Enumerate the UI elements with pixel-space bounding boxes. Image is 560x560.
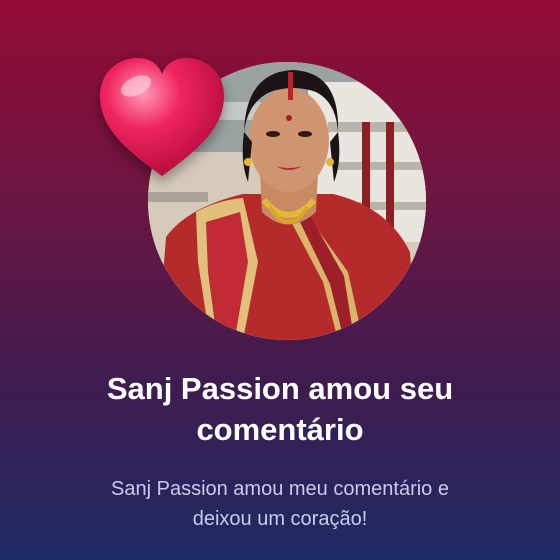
notification-title: Sanj Passion amou seu comentário xyxy=(40,368,520,450)
notification-message: Sanj Passion amou meu comentário e deixo… xyxy=(40,474,520,534)
notification-title-line-1: Sanj Passion amou seu xyxy=(106,371,454,406)
notification-message-line-2: deixou um coração! xyxy=(192,508,368,530)
notification-card: Sanj Passion amou seu comentário Sanj Pa… xyxy=(0,0,560,560)
notification-message-line-1: Sanj Passion amou meu comentário e xyxy=(111,478,449,500)
notification-title-line-2: comentário xyxy=(196,412,364,447)
heart-icon xyxy=(96,54,228,182)
